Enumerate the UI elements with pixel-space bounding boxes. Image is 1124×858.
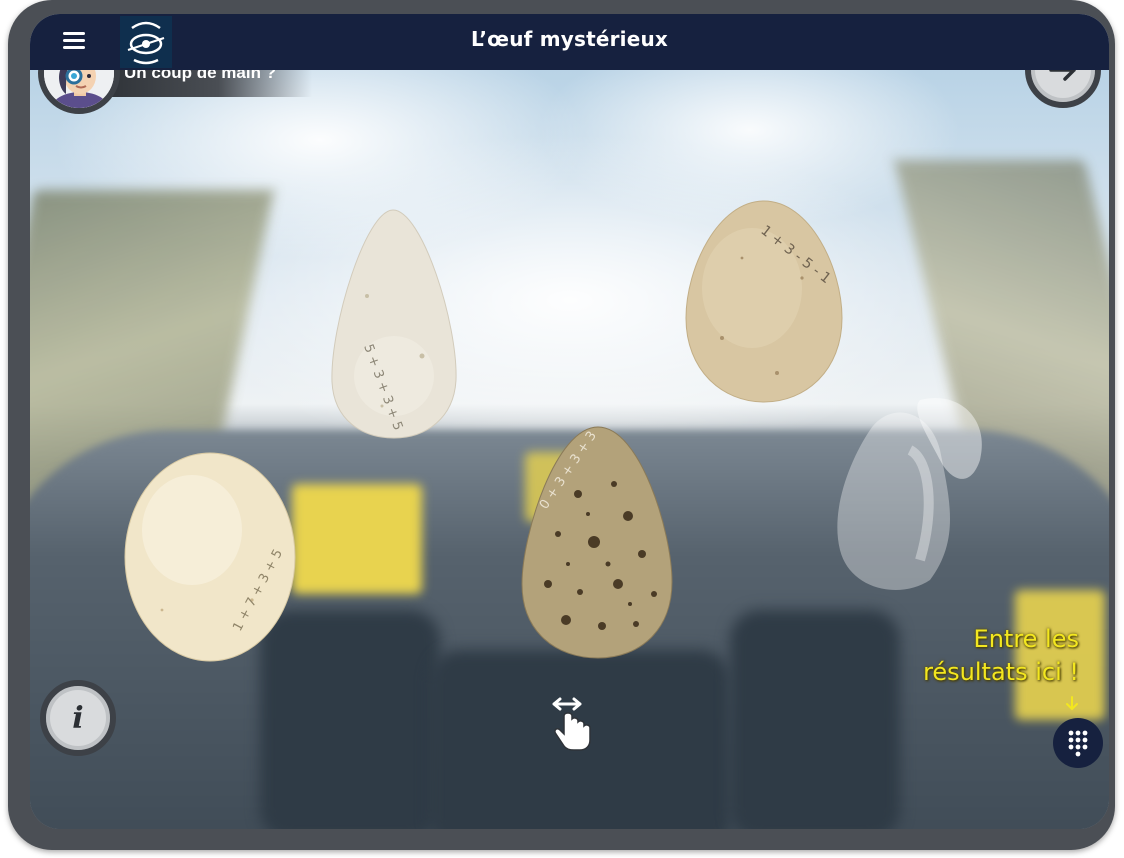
- keypad-button[interactable]: [1053, 718, 1103, 768]
- app-screen: L’œuf mystérieux 5 + 3 + 3 + 5 1 + 3 - 5…: [30, 14, 1109, 829]
- white-pointed-egg[interactable]: 5 + 3 + 3 + 5: [322, 206, 464, 447]
- swipe-hand-icon: [550, 696, 594, 752]
- top-bar: L’œuf mystérieux: [30, 14, 1109, 70]
- hint-line-1: Entre les: [973, 625, 1079, 653]
- arrow-down-icon: [1065, 696, 1079, 717]
- info-button[interactable]: i: [40, 680, 116, 756]
- dashboard-screen-left: [292, 484, 422, 594]
- tan-egg[interactable]: 1 + 3 - 5 - 1: [682, 198, 846, 409]
- speckled-egg[interactable]: 0 + 3 + 3 + 3: [518, 424, 676, 667]
- hint-line-2: résultats ici !: [923, 658, 1079, 686]
- info-icon: i: [72, 700, 84, 736]
- page-title: L’œuf mystérieux: [470, 27, 669, 51]
- egg-slot-placeholder[interactable]: [810, 390, 990, 600]
- device-frame: L’œuf mystérieux 5 + 3 + 3 + 5 1 + 3 - 5…: [8, 0, 1115, 850]
- cockpit-scene: 5 + 3 + 3 + 5 1 + 3 - 5 - 1 1 + 7 + 3 + …: [30, 70, 1109, 829]
- cream-egg[interactable]: 1 + 7 + 3 + 5: [122, 450, 298, 669]
- keypad-icon: [1068, 730, 1088, 757]
- enter-results-hint: Entre les résultats ici !: [859, 623, 1079, 689]
